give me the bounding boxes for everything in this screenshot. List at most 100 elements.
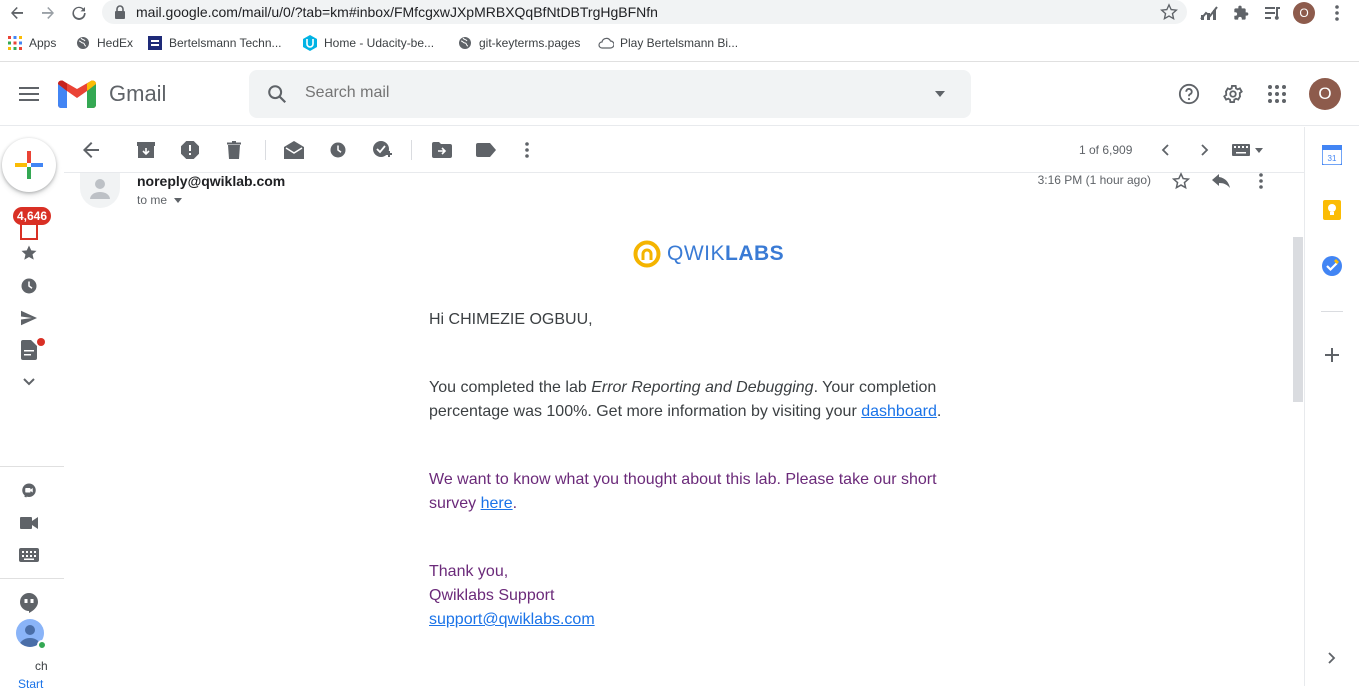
recipient-details[interactable]: to me bbox=[137, 193, 183, 207]
compose-button[interactable] bbox=[2, 138, 56, 192]
delete-trash-icon[interactable] bbox=[222, 138, 246, 162]
left-nav-rail: 4,646 ch Start bbox=[0, 127, 64, 691]
main-menu-hamburger-icon[interactable] bbox=[9, 74, 49, 114]
mark-unread-envelope-icon[interactable] bbox=[282, 138, 306, 162]
star-message-icon[interactable] bbox=[1169, 169, 1193, 193]
hangouts-contact-name: ch bbox=[35, 659, 48, 673]
completion-paragraph: You completed the lab Error Reporting an… bbox=[429, 376, 959, 424]
bookmark-label: Home - Udacity-be... bbox=[324, 36, 435, 50]
message-more-kebab-icon[interactable] bbox=[1249, 169, 1273, 193]
lock-icon[interactable] bbox=[114, 5, 126, 19]
support-email-line: support@qwiklabs.com bbox=[429, 608, 959, 632]
bookmarks-bar: Apps HedEx Bertelsmann Techn... Home - U… bbox=[0, 30, 1359, 56]
reply-icon[interactable] bbox=[1209, 169, 1233, 193]
calendar-icon[interactable]: 31 bbox=[1321, 144, 1343, 166]
more-chevron-down-icon[interactable] bbox=[17, 370, 41, 394]
snoozed-clock-icon[interactable] bbox=[17, 274, 41, 298]
bookmark-play-bertelsmann[interactable]: Play Bertelsmann Bi... bbox=[598, 30, 738, 56]
report-spam-icon[interactable] bbox=[178, 138, 202, 162]
globe-icon bbox=[75, 35, 91, 51]
udacity-icon bbox=[302, 35, 318, 51]
join-meeting-keyboard-icon[interactable] bbox=[17, 543, 41, 567]
recipient-label: to me bbox=[137, 193, 168, 207]
address-row: mail.google.com/mail/u/0/?tab=km#inbox/F… bbox=[0, 0, 1359, 26]
bookmark-udacity[interactable]: Home - Udacity-be... bbox=[302, 30, 434, 56]
gmail-logo[interactable]: Gmail bbox=[58, 80, 166, 108]
analytics-extension-icon[interactable] bbox=[1198, 2, 1220, 24]
url-text[interactable]: mail.google.com/mail/u/0/?tab=km#inbox/F… bbox=[136, 4, 658, 20]
bookmark-bertelsmann[interactable]: Bertelsmann Techn... bbox=[147, 30, 282, 56]
gmail-header: Gmail O bbox=[0, 62, 1359, 126]
svg-text:31: 31 bbox=[1328, 154, 1337, 163]
sender-address[interactable]: noreply@qwiklab.com bbox=[137, 173, 285, 189]
details-caret-icon[interactable] bbox=[174, 197, 183, 203]
back-to-inbox-icon[interactable] bbox=[79, 138, 103, 162]
reload-icon[interactable] bbox=[68, 2, 90, 24]
message-toolbar: 1 of 6,909 bbox=[64, 127, 1304, 173]
message-scrollbar-thumb[interactable] bbox=[1293, 237, 1303, 402]
bookmark-git-keyterms[interactable]: git-keyterms.pages bbox=[457, 30, 580, 56]
gmail-m-icon bbox=[58, 80, 96, 108]
starred-icon[interactable] bbox=[17, 241, 41, 265]
back-arrow-icon[interactable] bbox=[6, 2, 28, 24]
add-to-tasks-icon[interactable] bbox=[370, 138, 394, 162]
pagination-count: 1 of 6,909 bbox=[1079, 143, 1133, 157]
bookmark-label: HedEx bbox=[97, 36, 134, 50]
inbox-unread-badge: 4,646 bbox=[13, 207, 52, 225]
qwiklabs-logo[interactable]: QWIK LABS bbox=[633, 240, 784, 268]
get-addons-plus-icon[interactable] bbox=[1321, 344, 1343, 366]
sent-icon[interactable] bbox=[17, 306, 41, 330]
newer-chevron-left-icon[interactable] bbox=[1153, 138, 1177, 162]
extensions-puzzle-icon[interactable] bbox=[1230, 2, 1252, 24]
browser-profile-initial: O bbox=[1293, 2, 1315, 24]
signature-name: Qwiklabs Support bbox=[429, 587, 555, 604]
greeting: Hi CHIMEZIE OGBUU, bbox=[429, 311, 593, 328]
survey-here-link[interactable]: here bbox=[481, 495, 513, 512]
account-avatar[interactable]: O bbox=[1309, 78, 1341, 110]
qwiklabs-logo-light: QWIK bbox=[667, 242, 725, 265]
archive-icon[interactable] bbox=[134, 138, 158, 162]
qwiklabs-ring-icon bbox=[633, 240, 661, 268]
cloud-icon bbox=[598, 35, 614, 51]
person-icon bbox=[90, 178, 110, 203]
bookmark-hedex[interactable]: HedEx bbox=[75, 30, 133, 56]
meet-chat-icon[interactable] bbox=[17, 479, 41, 503]
message-time: 3:16 PM (1 hour ago) bbox=[1037, 173, 1151, 187]
labels-tag-icon[interactable] bbox=[474, 138, 498, 162]
google-apps-grid-icon[interactable] bbox=[1257, 74, 1297, 114]
omnibox[interactable]: mail.google.com/mail/u/0/?tab=km#inbox/F… bbox=[102, 0, 1187, 24]
gmail-wordmark: Gmail bbox=[109, 81, 167, 106]
search-bar[interactable] bbox=[249, 70, 971, 118]
tasks-check-icon[interactable] bbox=[1321, 255, 1343, 277]
dashboard-link[interactable]: dashboard bbox=[861, 403, 937, 420]
more-actions-kebab-icon[interactable] bbox=[515, 138, 539, 162]
bookmark-apps[interactable]: Apps bbox=[7, 30, 56, 56]
sender-avatar bbox=[80, 173, 120, 208]
message-view: noreply@qwiklab.com to me 3:16 PM (1 hou… bbox=[64, 172, 1292, 686]
support-help-icon[interactable] bbox=[1169, 74, 1209, 114]
show-side-panel-chevron-icon[interactable] bbox=[1321, 647, 1343, 669]
hangouts-start-link[interactable]: Start bbox=[18, 677, 43, 691]
search-icon[interactable] bbox=[266, 83, 288, 105]
hangouts-quote-icon[interactable] bbox=[17, 591, 41, 615]
completion-text-pre: You completed the lab bbox=[429, 379, 592, 396]
browser-profile-avatar[interactable]: O bbox=[1293, 2, 1315, 24]
keep-bulb-icon[interactable] bbox=[1321, 199, 1343, 221]
snooze-clock-icon[interactable] bbox=[326, 138, 350, 162]
search-options-caret-icon[interactable] bbox=[935, 91, 945, 97]
move-to-folder-icon[interactable] bbox=[430, 138, 454, 162]
search-input[interactable] bbox=[305, 84, 905, 102]
toolbar-divider bbox=[265, 140, 266, 160]
forward-arrow-icon[interactable] bbox=[37, 2, 59, 24]
older-chevron-right-icon[interactable] bbox=[1193, 138, 1217, 162]
bookmark-star-icon[interactable] bbox=[1160, 3, 1178, 21]
browser-menu-kebab-icon[interactable] bbox=[1326, 2, 1348, 24]
compose-plus-icon bbox=[15, 151, 43, 179]
input-tools-keyboard-button[interactable] bbox=[1232, 144, 1263, 156]
meet-video-icon[interactable] bbox=[17, 511, 41, 535]
lab-name: Error Reporting and Debugging bbox=[591, 379, 814, 396]
completion-text-end: . bbox=[936, 403, 942, 420]
support-email-link[interactable]: support@qwiklabs.com bbox=[429, 611, 595, 628]
settings-gear-icon[interactable] bbox=[1213, 74, 1253, 114]
media-playlist-icon[interactable] bbox=[1262, 2, 1284, 24]
